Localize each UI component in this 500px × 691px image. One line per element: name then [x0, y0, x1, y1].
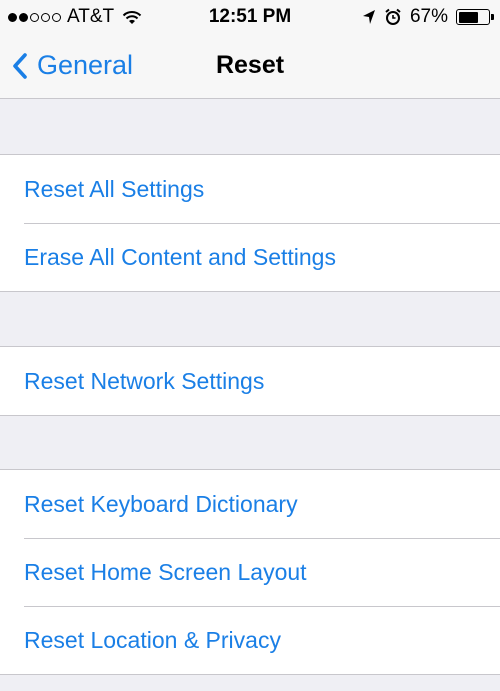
- row-label: Reset Home Screen Layout: [24, 558, 307, 585]
- battery-percent: 67%: [409, 6, 448, 27]
- reset-group-general: Reset All Settings Erase All Content and…: [0, 154, 500, 292]
- reset-network-settings-row[interactable]: Reset Network Settings: [0, 347, 500, 415]
- alarm-icon: [385, 8, 401, 25]
- row-label: Reset Network Settings: [24, 367, 265, 394]
- navigation-bar: General Reset: [0, 34, 500, 99]
- status-bar: AT&T 12:51 PM 67%: [0, 0, 500, 34]
- erase-all-content-row[interactable]: Erase All Content and Settings: [0, 223, 500, 291]
- row-label: Reset Location & Privacy: [24, 626, 281, 653]
- row-label: Reset All Settings: [24, 175, 205, 202]
- status-right: 67%: [362, 6, 494, 28]
- reset-group-other: Reset Keyboard Dictionary Reset Home Scr…: [0, 469, 500, 675]
- battery-icon: [456, 9, 494, 25]
- row-label: Erase All Content and Settings: [24, 243, 336, 270]
- reset-all-settings-row[interactable]: Reset All Settings: [0, 155, 500, 223]
- reset-group-network: Reset Network Settings: [0, 346, 500, 416]
- location-arrow-icon: [362, 10, 375, 24]
- page-title: Reset: [215, 51, 285, 79]
- reset-location-privacy-row[interactable]: Reset Location & Privacy: [0, 606, 500, 674]
- reset-keyboard-dictionary-row[interactable]: Reset Keyboard Dictionary: [0, 470, 500, 538]
- reset-home-screen-layout-row[interactable]: Reset Home Screen Layout: [0, 538, 500, 606]
- row-label: Reset Keyboard Dictionary: [24, 490, 298, 517]
